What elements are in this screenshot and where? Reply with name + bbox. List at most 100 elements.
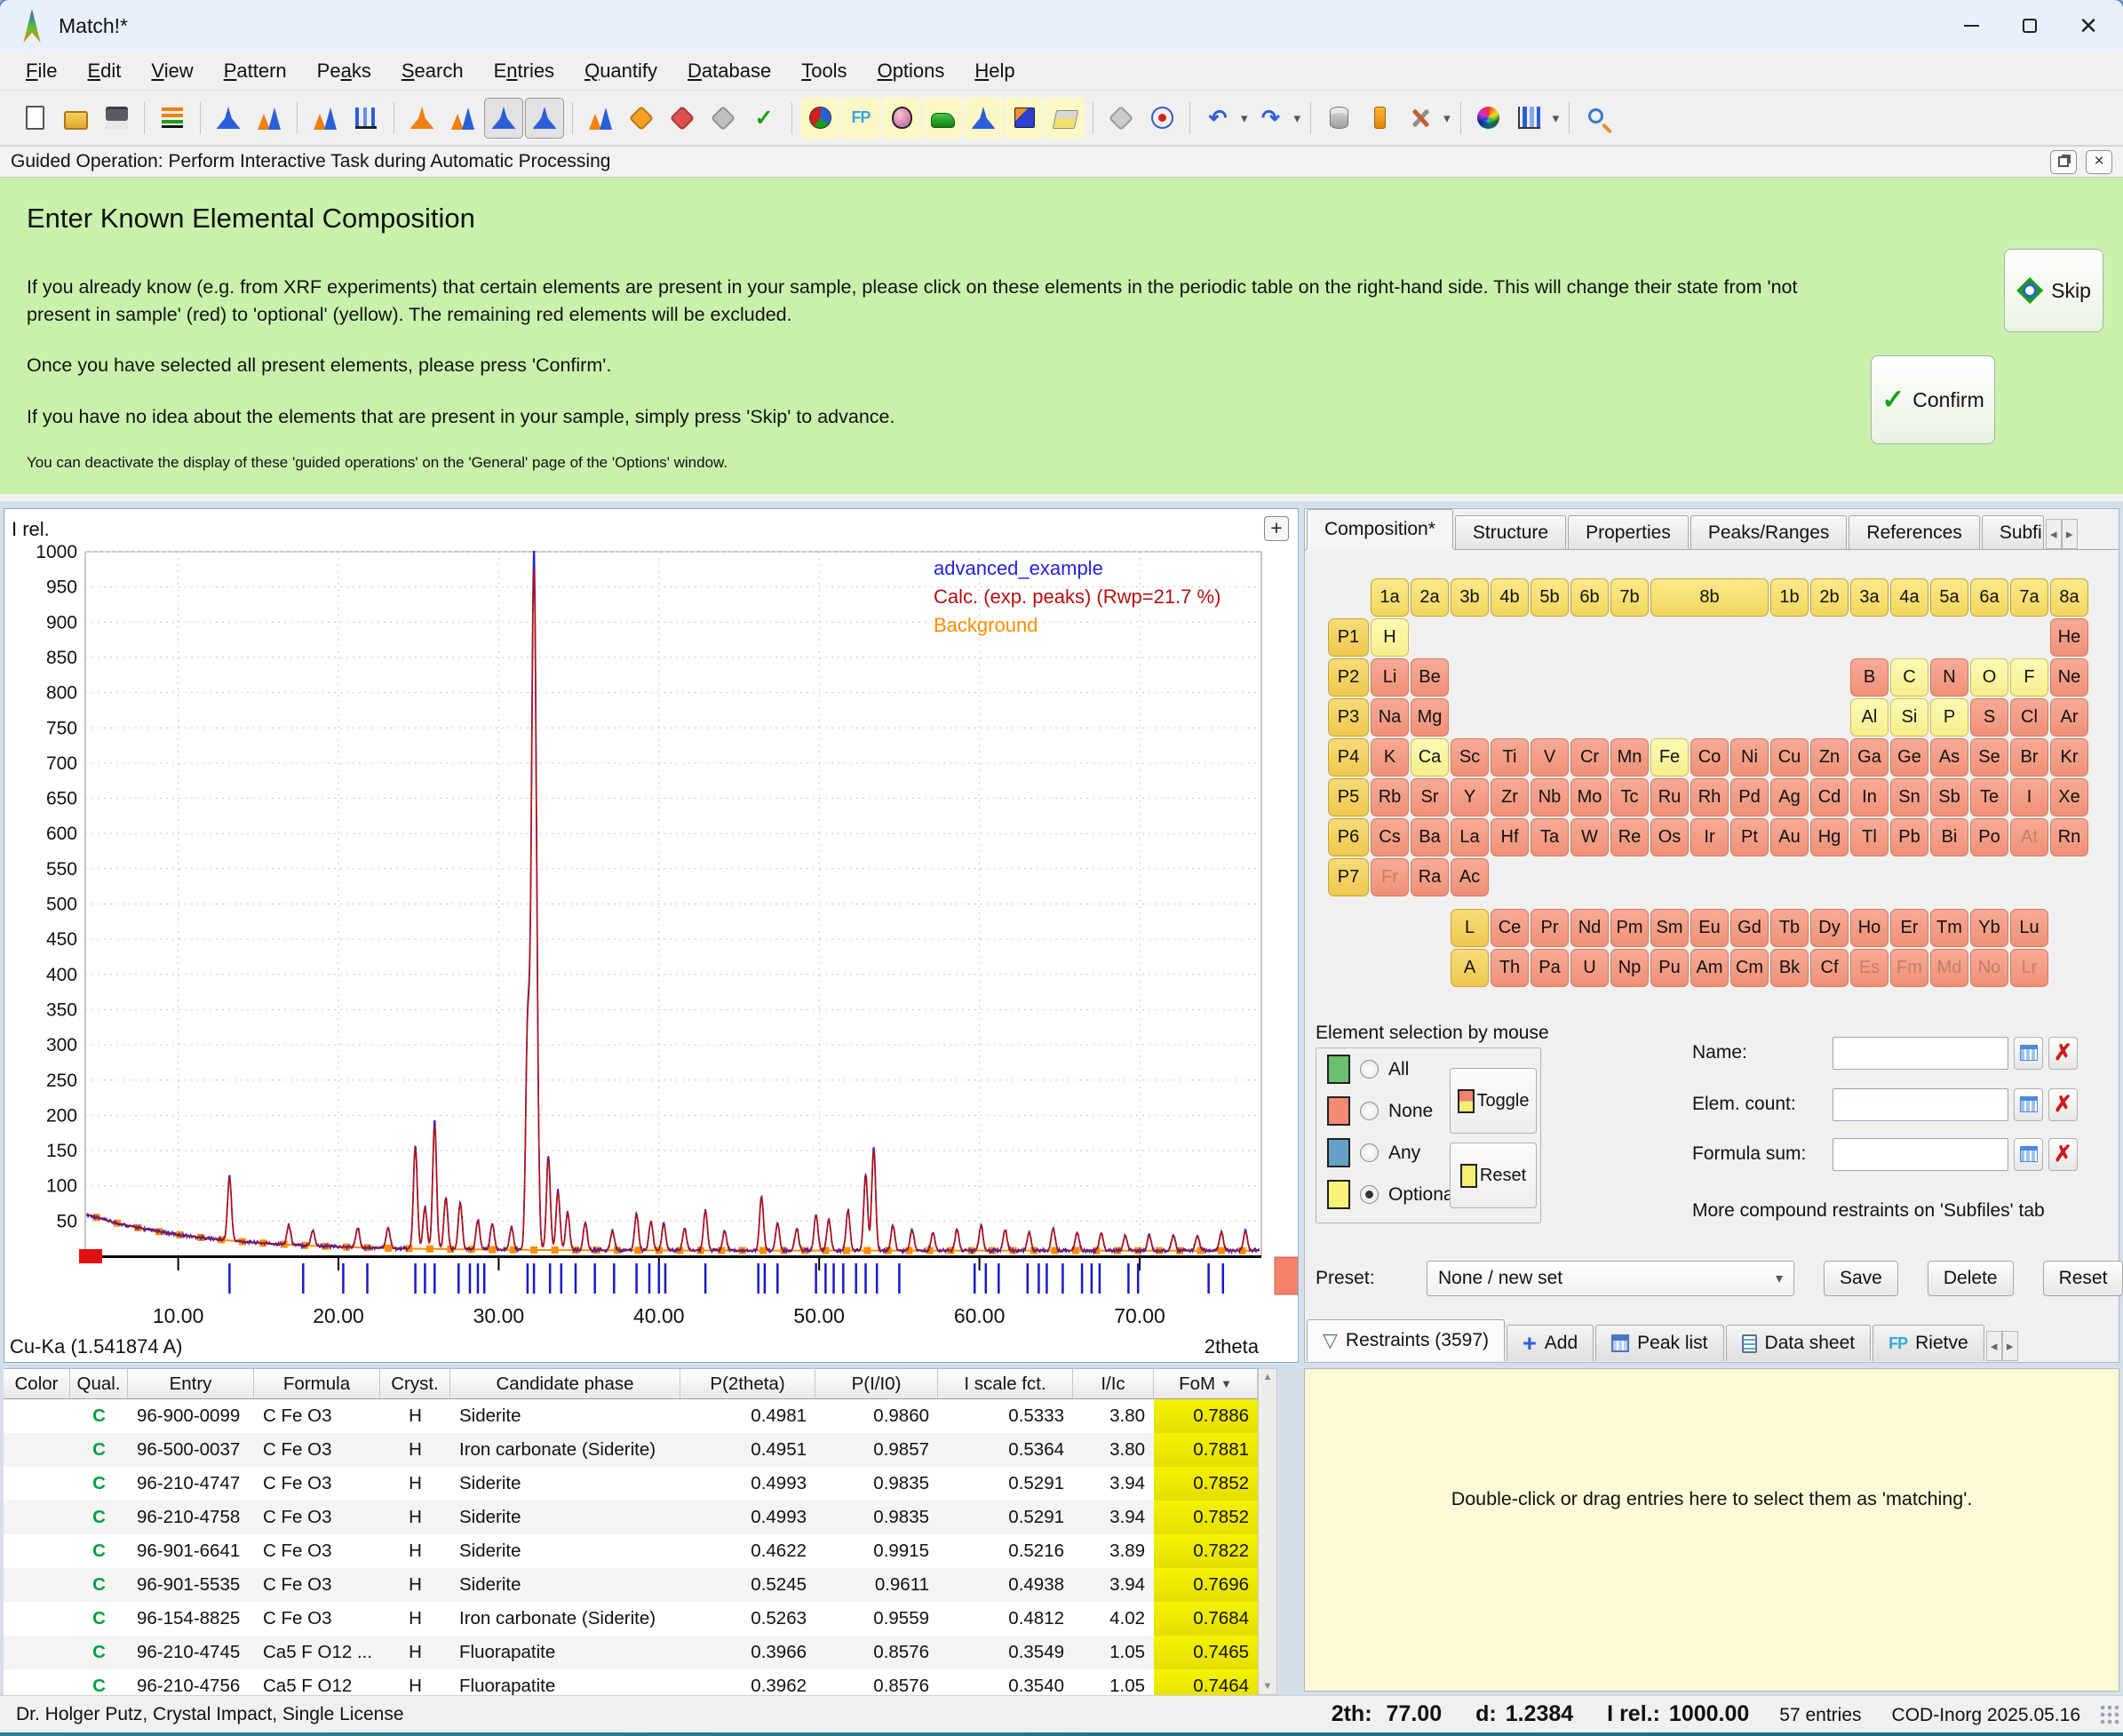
float-panel-button[interactable] — [2050, 150, 2077, 174]
element-Ti[interactable]: Ti — [1491, 738, 1529, 776]
table-row[interactable]: C96-154-8825C Fe O3HIron carbonate (Side… — [4, 1602, 1258, 1636]
maxim ize-button[interactable] — [2000, 5, 2059, 46]
element-Sc[interactable]: Sc — [1451, 738, 1489, 776]
element-Sr[interactable]: Sr — [1411, 778, 1449, 816]
element-No[interactable]: No — [1970, 949, 2008, 987]
element-Ba[interactable]: Ba — [1411, 818, 1449, 856]
tab-scroll-left-icon[interactable]: ◂ — [2046, 519, 2062, 549]
element-Cs[interactable]: Cs — [1371, 818, 1409, 856]
group-2a-button[interactable]: 2a — [1411, 578, 1449, 617]
bottom-tab-scroll-left-icon[interactable]: ◂ — [1986, 1331, 2002, 1361]
period-P1-button[interactable]: P1 — [1328, 618, 1369, 657]
element-Ho[interactable]: Ho — [1850, 909, 1888, 947]
bottom-tab-datasheet[interactable]: Data sheet — [1726, 1325, 1872, 1361]
import-pattern-button[interactable] — [209, 98, 248, 139]
element-Cu[interactable]: Cu — [1770, 738, 1809, 776]
elem-count-field[interactable] — [1833, 1088, 2008, 1121]
element-At[interactable]: At — [2010, 818, 2048, 856]
element-In[interactable]: In — [1850, 778, 1888, 816]
element-Hf[interactable]: Hf — [1491, 818, 1529, 856]
element-Fm[interactable]: Fm — [1890, 949, 1928, 987]
formula-sum-picker-button[interactable] — [2014, 1138, 2043, 1171]
bottom-tab-add[interactable]: +Add — [1507, 1325, 1594, 1361]
menu-quantify[interactable]: Quantify — [569, 60, 672, 83]
tab-composition[interactable]: Composition* — [1307, 509, 1453, 549]
group-6b-button[interactable]: 6b — [1570, 578, 1609, 617]
element-C[interactable]: C — [1890, 658, 1928, 697]
menu-help[interactable]: Help — [959, 60, 1030, 83]
element-Ge[interactable]: Ge — [1890, 738, 1928, 776]
element-Zn[interactable]: Zn — [1810, 738, 1849, 776]
candidate-list-button[interactable] — [622, 98, 661, 139]
element-Al[interactable]: Al — [1850, 698, 1888, 737]
element-Mg[interactable]: Mg — [1411, 698, 1449, 737]
element-Os[interactable]: Os — [1650, 818, 1689, 856]
element-Gd[interactable]: Gd — [1730, 909, 1769, 947]
element-Es[interactable]: Es — [1850, 949, 1888, 987]
element-Eu[interactable]: Eu — [1690, 909, 1729, 947]
element-Au[interactable]: Au — [1770, 818, 1809, 856]
element-Mo[interactable]: Mo — [1570, 778, 1609, 816]
scroll-up-icon[interactable]: ▲ — [1263, 1372, 1273, 1382]
element-K[interactable]: K — [1371, 738, 1409, 776]
element-Ni[interactable]: Ni — [1730, 738, 1769, 776]
series-L-button[interactable]: L — [1451, 909, 1489, 947]
element-La[interactable]: La — [1451, 818, 1489, 856]
element-Br[interactable]: Br — [2010, 738, 2048, 776]
element-Sn[interactable]: Sn — [1890, 778, 1928, 816]
tools-button[interactable] — [1401, 98, 1440, 139]
element-Tm[interactable]: Tm — [1930, 909, 1968, 947]
element-Ce[interactable]: Ce — [1491, 909, 1529, 947]
element-Pr[interactable]: Pr — [1531, 909, 1569, 947]
peak-search-button[interactable] — [306, 98, 345, 139]
new-document-button[interactable] — [15, 98, 54, 139]
element-Sb[interactable]: Sb — [1930, 778, 1968, 816]
report-button[interactable] — [1046, 98, 1085, 139]
fp-rietveld-button[interactable]: FP — [841, 98, 880, 139]
appearance-sphere-button[interactable] — [1469, 98, 1508, 139]
battery-button[interactable] — [1360, 98, 1399, 139]
save-document-button[interactable] — [97, 98, 136, 139]
element-B[interactable]: B — [1850, 658, 1888, 697]
element-Co[interactable]: Co — [1690, 738, 1729, 776]
group-1a-button[interactable]: 1a — [1371, 578, 1409, 617]
column-header-formula[interactable]: Formula — [254, 1369, 380, 1398]
element-N[interactable]: N — [1930, 658, 1968, 697]
element-F[interactable]: F — [2010, 658, 2048, 697]
tab-properties[interactable]: Properties — [1568, 515, 1689, 549]
group-1b-button[interactable]: 1b — [1770, 578, 1809, 617]
menu-entries[interactable]: Entries — [479, 60, 570, 83]
tab-structure[interactable]: Structure — [1455, 515, 1566, 549]
element-U[interactable]: U — [1570, 949, 1609, 987]
save-preset-button[interactable]: Save — [1824, 1261, 1898, 1296]
reset-preset-button[interactable]: Reset — [2043, 1261, 2123, 1296]
bottom-tab-peaklist[interactable]: Peak list — [1595, 1325, 1723, 1361]
element-S[interactable]: S — [1970, 698, 2008, 737]
element-Tl[interactable]: Tl — [1850, 818, 1888, 856]
element-Y[interactable]: Y — [1451, 778, 1489, 816]
element-Be[interactable]: Be — [1411, 658, 1449, 697]
menu-file[interactable]: File — [11, 60, 72, 83]
element-Zr[interactable]: Zr — [1491, 778, 1529, 816]
element-Ru[interactable]: Ru — [1650, 778, 1689, 816]
crystal-structure-button[interactable] — [1101, 98, 1141, 139]
element-Bi[interactable]: Bi — [1930, 818, 1968, 856]
element-Mn[interactable]: Mn — [1610, 738, 1649, 776]
name-picker-button[interactable] — [2014, 1037, 2043, 1070]
column-header-candidatephase[interactable]: Candidate phase — [450, 1369, 680, 1398]
group-2b-button[interactable]: 2b — [1810, 578, 1849, 617]
element-Pa[interactable]: Pa — [1531, 949, 1569, 987]
confirm-button[interactable]: ✓ Confirm — [1871, 355, 1995, 444]
element-Ar[interactable]: Ar — [2050, 698, 2088, 737]
element-I[interactable]: I — [2010, 778, 2048, 816]
element-W[interactable]: W — [1570, 818, 1609, 856]
column-header-cryst[interactable]: Cryst. — [380, 1369, 450, 1398]
element-Rb[interactable]: Rb — [1371, 778, 1409, 816]
group-3b-button[interactable]: 3b — [1451, 578, 1489, 617]
menu-peaks[interactable]: Peaks — [302, 60, 386, 83]
menu-options[interactable]: Options — [863, 60, 960, 83]
tools-dropdown[interactable]: ▾ — [1443, 110, 1451, 126]
element-H[interactable]: H — [1371, 618, 1409, 657]
elem-count-clear-button[interactable]: ✗ — [2048, 1088, 2078, 1121]
undo-dropdown[interactable]: ▾ — [1241, 110, 1248, 126]
